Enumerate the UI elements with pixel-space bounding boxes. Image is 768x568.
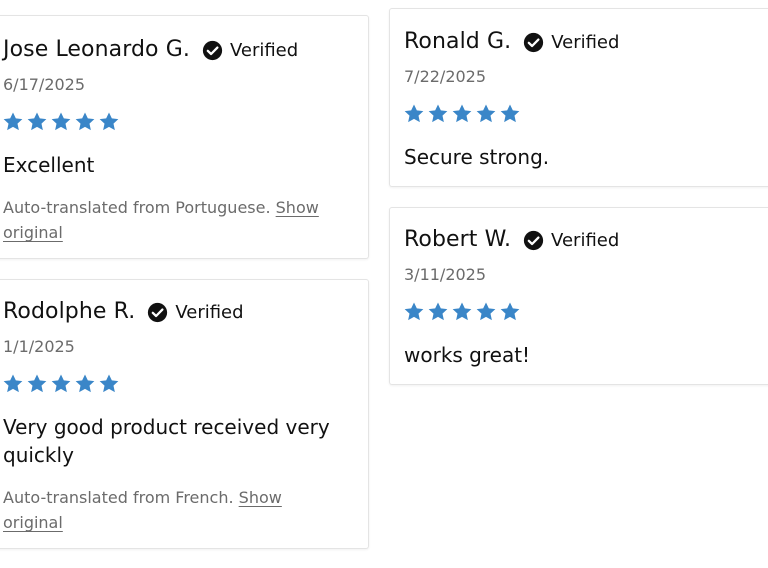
check-circle-icon xyxy=(202,40,223,60)
star-icon xyxy=(51,112,71,131)
reviews-grid: Jose Leonardo G. Verified 6/17/2025 Exce… xyxy=(0,0,768,568)
reviewer-name: Ronald G. xyxy=(404,29,512,54)
review-body-line: Very good product received very xyxy=(3,415,330,439)
star-icon xyxy=(99,374,119,393)
star-icon xyxy=(27,112,47,131)
show-original-link[interactable]: Show xyxy=(276,198,319,217)
reviewer-header: Jose Leonardo G. Verified xyxy=(3,35,298,65)
star-icon xyxy=(500,104,520,123)
check-circle-icon xyxy=(148,302,168,322)
star-icon xyxy=(452,104,472,123)
reviewer-header: Robert W. Verified xyxy=(404,225,619,255)
review-card: Rodolphe R. Verified 1/1/2025 Very good … xyxy=(0,279,369,549)
show-original-link-continued[interactable]: original xyxy=(3,513,63,532)
star-icon xyxy=(476,104,496,123)
star-icon xyxy=(3,374,23,393)
star-icon xyxy=(99,112,119,131)
review-card: Robert W. Verified 3/11/2025 works great… xyxy=(389,207,768,385)
star-icon xyxy=(452,302,472,321)
translation-note: Auto-translated from French. Show origin… xyxy=(3,485,353,535)
star-icon xyxy=(476,302,496,321)
check-circle-icon xyxy=(523,230,544,250)
star-icon xyxy=(3,112,23,131)
star-icon xyxy=(75,112,95,131)
star-icon xyxy=(500,302,520,321)
review-body: works great! xyxy=(404,343,531,367)
reviewer-header: Ronald G. Verified xyxy=(404,27,619,57)
star-icon xyxy=(27,374,47,393)
verified-label: Verified xyxy=(175,301,244,323)
review-date: 3/11/2025 xyxy=(404,265,487,284)
star-rating xyxy=(403,301,521,323)
star-icon xyxy=(404,302,424,321)
reviewer-name: Robert W. xyxy=(404,227,512,252)
review-card: Ronald G. Verified 7/22/2025 Secure stro… xyxy=(389,8,768,187)
review-body-line: quickly xyxy=(3,443,74,467)
check-circle-icon xyxy=(524,32,544,52)
star-rating xyxy=(2,373,120,395)
verified-label: Verified xyxy=(551,229,620,251)
reviewer-header: Rodolphe R. Verified xyxy=(3,297,244,327)
verified-label: Verified xyxy=(229,39,299,61)
review-body: Excellent xyxy=(3,153,95,177)
show-original-link-continued[interactable]: original xyxy=(3,223,63,242)
review-card: Jose Leonardo G. Verified 6/17/2025 Exce… xyxy=(0,15,369,259)
star-icon xyxy=(75,374,95,393)
translation-note-text: Auto-translated from French. xyxy=(3,488,234,507)
translation-note-text: Auto-translated from Portuguese. xyxy=(3,198,271,217)
star-icon xyxy=(404,104,424,123)
reviewer-name: Rodolphe R. xyxy=(3,299,136,324)
show-original-link[interactable]: Show xyxy=(239,488,282,507)
review-date: 6/17/2025 xyxy=(3,75,86,94)
review-body: Very good product received very quickly xyxy=(3,413,363,469)
verified-label: Verified xyxy=(551,31,620,53)
star-rating xyxy=(2,111,120,133)
star-icon xyxy=(428,104,448,123)
translation-note: Auto-translated from Portuguese. Show or… xyxy=(3,195,353,245)
star-icon xyxy=(428,302,448,321)
review-body: Secure strong. xyxy=(404,145,550,169)
review-date: 7/22/2025 xyxy=(404,67,487,86)
star-icon xyxy=(51,374,71,393)
reviewer-name: Jose Leonardo G. xyxy=(3,37,190,62)
review-date: 1/1/2025 xyxy=(3,337,75,356)
star-rating xyxy=(403,103,521,125)
